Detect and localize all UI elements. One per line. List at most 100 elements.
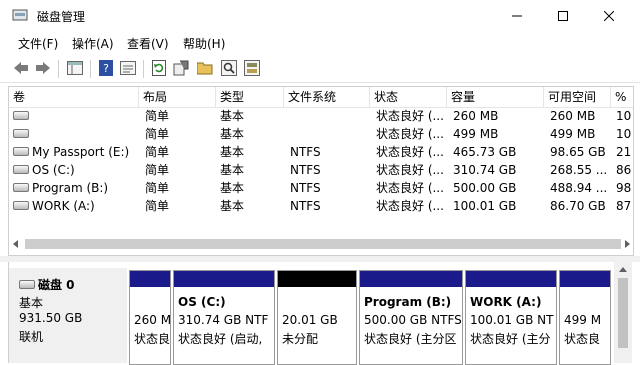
toolbar: ? [0, 54, 640, 83]
disk-check-icon [244, 60, 260, 76]
volume-free-space: 260 MB [550, 109, 596, 123]
search-icon [221, 60, 237, 76]
volume-free-space: 499 MB [550, 127, 596, 141]
column-header-free-space[interactable]: 可用空间 [544, 87, 611, 107]
menu-help[interactable]: 帮助(H) [183, 35, 225, 52]
volume-type: 基本 [220, 199, 245, 213]
scroll-right-icon[interactable] [623, 240, 631, 248]
partition-type-bar [360, 271, 462, 287]
vertical-scroll-thumb[interactable] [618, 278, 628, 348]
menu-file[interactable]: 文件(F) [18, 35, 58, 52]
column-header-volume[interactable]: 卷 [9, 87, 139, 107]
menu-bar: 文件(F) 操作(A) 查看(V) 帮助(H) [0, 31, 640, 54]
disk-check-button[interactable] [243, 60, 261, 76]
help-button[interactable]: ? [97, 60, 115, 76]
disk-info[interactable]: 磁盘 0 基本 931.50 GB 联机 [9, 268, 127, 363]
properties-button[interactable] [119, 60, 137, 76]
partition-title: WORK (A:) [470, 295, 542, 309]
volume-name: OS (C:) [32, 163, 75, 177]
disk-size: 931.50 GB [19, 311, 83, 325]
table-row[interactable]: 简单 基本 状态良好 (... 499 MB 499 MB 10 [9, 125, 633, 143]
drive-icon [13, 183, 29, 192]
drive-icon [13, 165, 29, 174]
volume-filesystem: NTFS [290, 199, 321, 213]
settings-button[interactable] [172, 60, 190, 76]
volume-capacity: 100.01 GB [453, 199, 517, 213]
column-header-type[interactable]: 类型 [216, 87, 284, 107]
horizontal-scrollbar[interactable] [9, 235, 633, 253]
partition-type-bar [130, 271, 170, 287]
partition-status: 状态良 [564, 332, 601, 346]
table-row[interactable]: 简单 基本 状态良好 (... 260 MB 260 MB 10 [9, 107, 633, 125]
table-row[interactable]: OS (C:) 简单 基本 NTFS 状态良好 (... 310.74 GB 2… [9, 161, 633, 179]
volume-percent-free: 86 [616, 163, 632, 177]
maximize-button[interactable] [540, 0, 586, 31]
table-row[interactable]: WORK (A:) 简单 基本 NTFS 状态良好 (... 100.01 GB… [9, 197, 633, 215]
maximize-icon [558, 10, 568, 21]
volume-list-header: 卷 布局 类型 文件系统 状态 容量 可用空间 % [9, 87, 633, 108]
partition-size: 500.00 GB NTFS [364, 313, 462, 327]
partition-block[interactable]: 499 M 状态良 [559, 270, 611, 365]
menu-action[interactable]: 操作(A) [72, 35, 114, 52]
volume-status: 状态良好 (... [376, 163, 444, 177]
volume-status: 状态良好 (... [376, 181, 444, 195]
open-button[interactable] [196, 60, 214, 76]
scroll-left-icon[interactable] [12, 240, 20, 248]
horizontal-scroll-thumb[interactable] [25, 239, 621, 249]
partition-size: 20.01 GB [282, 313, 338, 327]
menu-view[interactable]: 查看(V) [127, 35, 169, 52]
partition-type-bar [560, 271, 610, 287]
minimize-button[interactable] [494, 0, 540, 31]
partition-block[interactable]: 20.01 GB 未分配 [277, 270, 357, 365]
partition-status: 状态良 [134, 332, 171, 346]
volume-layout: 简单 [145, 109, 170, 123]
back-button[interactable] [12, 60, 30, 76]
drive-icon [13, 147, 29, 156]
partition-block[interactable]: OS (C:) 310.74 GB NTF 状态良好 (启动, [173, 270, 275, 365]
open-folder-icon [197, 62, 213, 75]
vertical-scrollbar[interactable] [614, 262, 632, 363]
partition-title: Program (B:) [364, 295, 452, 309]
column-header-percent-free[interactable]: % [611, 87, 633, 107]
volume-filesystem: NTFS [290, 145, 321, 159]
window-title: 磁盘管理 [37, 10, 86, 24]
close-button[interactable] [586, 0, 632, 31]
unallocated-bar [278, 271, 356, 287]
partition-block[interactable]: WORK (A:) 100.01 GB NT 状态良好 (主分 [465, 270, 557, 365]
toolbar-separator [143, 60, 144, 78]
volume-capacity: 499 MB [453, 127, 499, 141]
scroll-up-icon[interactable] [619, 266, 627, 274]
volume-capacity: 260 MB [453, 109, 499, 123]
column-header-layout[interactable]: 布局 [139, 87, 216, 107]
table-row[interactable]: Program (B:) 简单 基本 NTFS 状态良好 (... 500.00… [9, 179, 633, 197]
search-button[interactable] [220, 60, 238, 76]
disk-management-app-icon [12, 9, 28, 21]
volume-name: Program (B:) [32, 181, 109, 195]
close-icon [604, 10, 614, 21]
volume-layout: 简单 [145, 145, 170, 159]
refresh-button[interactable] [150, 60, 168, 76]
toolbar-separator [58, 60, 59, 78]
volume-filesystem: NTFS [290, 163, 321, 177]
volume-layout: 简单 [145, 127, 170, 141]
disk-type: 基本 [19, 296, 44, 310]
drive-icon [13, 201, 29, 210]
volume-filesystem [286, 107, 370, 125]
volume-filesystem: NTFS [290, 181, 321, 195]
volume-free-space: 488.94 ... [550, 181, 608, 195]
column-header-capacity[interactable]: 容量 [447, 87, 544, 107]
partition-status: 状态良好 (启动, [178, 332, 263, 346]
column-header-filesystem[interactable]: 文件系统 [284, 87, 370, 107]
partition-status: 未分配 [282, 332, 319, 346]
drive-icon [13, 111, 29, 120]
volume-type: 基本 [220, 109, 245, 123]
partition-block[interactable]: 260 M 状态良 [129, 270, 171, 365]
forward-button[interactable] [34, 60, 52, 76]
partition-block[interactable]: Program (B:) 500.00 GB NTFS 状态良好 (主分区 [359, 270, 463, 365]
help-icon: ? [99, 60, 113, 76]
disk-name: 磁盘 0 [38, 278, 75, 292]
table-row[interactable]: My Passport (E:) 简单 基本 NTFS 状态良好 (... 46… [9, 143, 633, 161]
volume-percent-free: 21 [616, 145, 632, 159]
column-header-status[interactable]: 状态 [370, 87, 447, 107]
console-tree-button[interactable] [66, 60, 84, 76]
